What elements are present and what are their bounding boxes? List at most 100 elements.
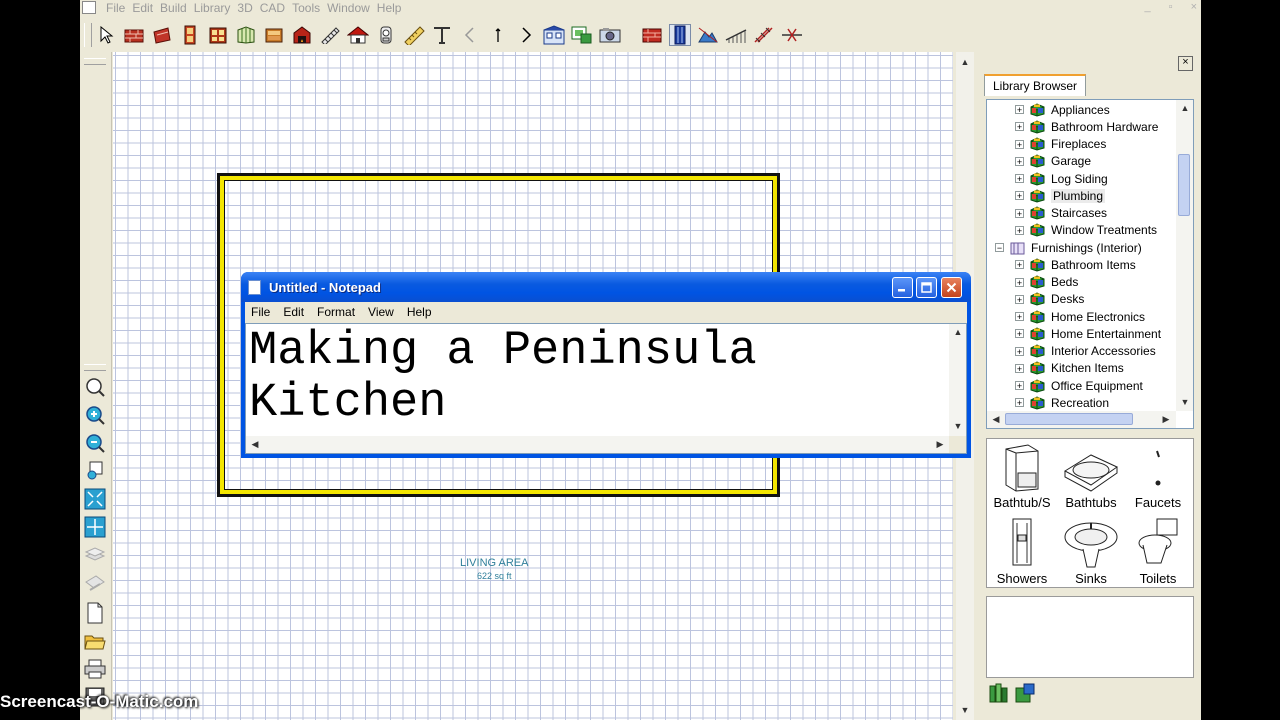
expand-icon[interactable]: + [1015,277,1024,287]
expand-icon[interactable]: + [1015,294,1024,304]
notepad-menu-help[interactable]: Help [401,302,439,322]
fill-window-icon[interactable] [83,487,107,511]
text-icon[interactable] [431,24,453,46]
notepad-title-bar[interactable]: Untitled - Notepad [241,272,971,302]
tree-item[interactable]: − Furnishings (Interior) [995,239,1142,256]
close-icon[interactable]: × [1178,56,1193,71]
tree-item[interactable]: + Beds [1015,274,1078,291]
expand-icon[interactable]: + [1015,105,1024,115]
furniture-icon[interactable] [263,24,285,46]
room-label[interactable]: LIVING AREA 622 sq ft [460,557,528,583]
scroll-right-icon[interactable]: ▶ [1158,411,1174,427]
minimize-button[interactable] [892,277,913,298]
tree-item[interactable]: + Appliances [1015,101,1110,118]
dimension-icon[interactable] [403,24,425,46]
zoom-out-icon[interactable] [83,431,107,455]
scroll-thumb[interactable] [1178,154,1190,216]
scroll-left-icon[interactable]: ◀ [247,436,263,452]
expand-icon[interactable]: + [1015,225,1024,235]
notepad-menu-edit[interactable]: Edit [277,302,311,322]
open-icon[interactable] [83,629,107,653]
library-tree[interactable]: + Appliances + Bathroom Hardware + Fireplaces… [986,99,1194,429]
tree-item[interactable]: + Recreation [1015,394,1109,411]
toolbar-grip[interactable] [84,58,106,65]
expand-icon[interactable]: + [1015,398,1024,408]
maximize-button[interactable] [916,277,937,298]
print-icon[interactable] [83,657,107,681]
undo-zoom-icon[interactable] [83,459,107,483]
expand-icon[interactable]: + [1015,139,1024,149]
window-icon[interactable] [207,24,229,46]
expand-icon[interactable]: + [1015,174,1024,184]
fireplace-icon[interactable] [291,24,313,46]
tree-item[interactable]: + Interior Accessories [1015,343,1156,360]
cabinet-icon[interactable] [151,24,173,46]
tree-item[interactable]: + Bathroom Items [1015,256,1136,273]
restore-doc-button[interactable]: ▫ [1169,0,1173,14]
close-button[interactable] [941,277,962,298]
close-doc-button[interactable]: × [1191,0,1197,14]
library-icon[interactable] [571,24,593,46]
preview-item[interactable]: Faucets [1123,443,1193,510]
brick-icon[interactable] [641,24,663,46]
select-arrow-icon[interactable] [95,24,117,46]
shelf-icon[interactable] [235,24,257,46]
tree-item[interactable]: + Desks [1015,291,1084,308]
tree-item[interactable]: + Home Electronics [1015,308,1145,325]
camera-icon[interactable] [599,24,621,46]
column-icon[interactable] [669,24,691,46]
menu-cad[interactable]: CAD [260,0,292,16]
next-icon[interactable] [515,24,537,46]
tree-vertical-scrollbar[interactable]: ▲ ▼ [1176,100,1193,411]
menu-help[interactable]: Help [377,0,409,16]
menu-file[interactable]: File [106,0,132,16]
scroll-thumb[interactable] [1005,413,1133,425]
preview-item[interactable]: Bathtub/S [987,443,1057,510]
expand-icon[interactable]: + [1015,363,1024,373]
expand-icon[interactable]: + [1015,260,1024,270]
wall-icon[interactable] [123,24,145,46]
menu-tools[interactable]: Tools [292,0,327,16]
tree-horizontal-scrollbar[interactable]: ◀ ▶ [987,411,1176,428]
zoom-in-icon[interactable] [83,403,107,427]
tree-item[interactable]: + Kitchen Items [1015,360,1124,377]
expand-icon[interactable]: + [1015,208,1024,218]
elevation-icon[interactable] [543,24,565,46]
notepad-text-area[interactable]: Making a Peninsula Kitchen ▲ ▼ ◀ ▶ [245,323,967,454]
preview-item[interactable]: Sinks [1056,515,1126,586]
collapse-icon[interactable]: − [995,243,1004,253]
scroll-down-icon[interactable]: ▼ [1177,394,1193,410]
preview-item[interactable]: Toilets [1123,515,1193,586]
tree-item[interactable]: + Log Siding [1015,170,1108,187]
preview-item[interactable]: Bathtubs [1056,443,1126,510]
expand-icon[interactable]: + [1015,191,1024,201]
tree-item[interactable]: + Plumbing [1015,187,1106,204]
expand-icon[interactable]: + [1015,122,1024,132]
scroll-up-icon[interactable]: ▲ [1177,100,1193,116]
notepad-menu-file[interactable]: File [245,302,277,322]
menu-build[interactable]: Build [160,0,194,16]
previous-icon[interactable] [459,24,481,46]
library-add-icon[interactable] [1014,682,1036,707]
tree-item[interactable]: + Garage [1015,153,1091,170]
new-icon[interactable] [83,601,107,625]
menu-3d[interactable]: 3D [237,0,259,16]
tree-item[interactable]: + Bathroom Hardware [1015,118,1158,135]
library-books-icon[interactable] [988,682,1010,707]
tab-library-browser[interactable]: Library Browser [984,74,1087,96]
expand-icon[interactable]: + [1015,346,1024,356]
notepad-horizontal-scrollbar[interactable]: ◀ ▶ [246,436,949,453]
break-icon[interactable] [781,24,803,46]
move-icon[interactable] [83,571,107,595]
up-icon[interactable] [487,24,509,46]
tree-item[interactable]: + Home Entertainment [1015,325,1161,342]
menu-library[interactable]: Library [194,0,238,16]
railing-icon[interactable] [725,24,747,46]
roof-icon[interactable] [347,24,369,46]
resize-grip[interactable] [949,436,966,453]
menu-edit[interactable]: Edit [132,0,160,16]
notepad-menu-format[interactable]: Format [311,302,362,322]
scroll-up-icon[interactable]: ▲ [950,324,966,340]
polyline-icon[interactable] [753,24,775,46]
fixture-icon[interactable] [375,24,397,46]
